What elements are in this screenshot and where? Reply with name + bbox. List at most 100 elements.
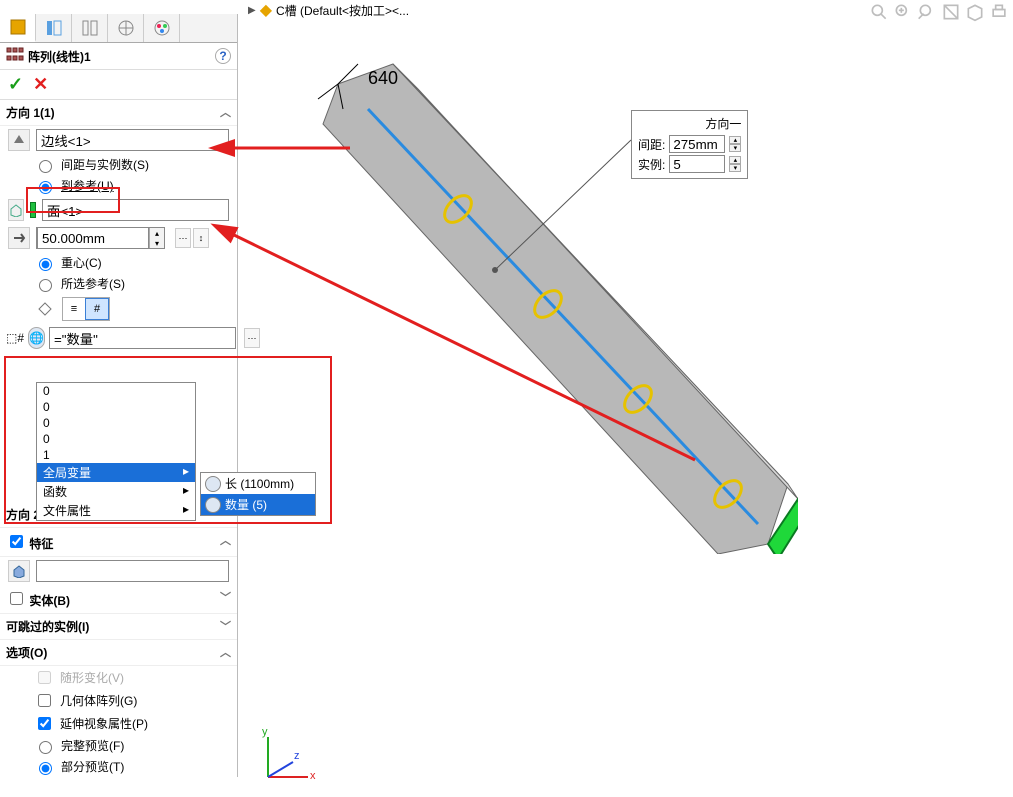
linear-pattern-icon bbox=[6, 47, 24, 65]
opt-selected-ref[interactable]: 所选参考(S) bbox=[0, 273, 237, 294]
section-skip[interactable]: 可跳过的实例(I) ﹀ bbox=[0, 614, 237, 640]
opt-centroid[interactable]: 重心(C) bbox=[0, 252, 237, 273]
spacing-mode-toggle-row: ≡ # bbox=[0, 294, 237, 324]
section-features[interactable]: 特征 ︿ bbox=[0, 528, 237, 557]
radio-uptoref[interactable] bbox=[39, 181, 52, 194]
tab-dimxpert[interactable] bbox=[108, 14, 144, 42]
opt-geom[interactable]: 几何体阵列(G) bbox=[0, 689, 237, 712]
offset-spinner[interactable]: ▴▾ bbox=[36, 227, 165, 249]
opt-propagate[interactable]: 延伸视象属性(P) bbox=[0, 712, 237, 735]
tab-feature-tree[interactable] bbox=[0, 14, 36, 42]
spin-down-icon[interactable]: ▾ bbox=[150, 238, 164, 248]
callout-inst-input[interactable] bbox=[669, 155, 725, 173]
features-select-row bbox=[0, 557, 237, 585]
tab-property[interactable] bbox=[36, 14, 72, 42]
radio-spacing[interactable] bbox=[39, 160, 52, 173]
feature-select-icon[interactable] bbox=[8, 560, 30, 582]
globals-flyout[interactable]: 长 (1100mm) 数量 (5) bbox=[200, 472, 316, 516]
direction-edge-row bbox=[0, 126, 237, 154]
offset-extra-buttons: ⋯ ↕ bbox=[175, 228, 209, 248]
dropdown-item-label: 0 bbox=[43, 432, 50, 446]
chevron-right-icon: ▸ bbox=[183, 483, 189, 500]
svg-text:x: x bbox=[310, 770, 316, 782]
reference-face-input[interactable] bbox=[42, 199, 229, 221]
flyout-qty[interactable]: 数量 (5) bbox=[201, 494, 315, 515]
view-triad: x y z bbox=[258, 727, 318, 787]
toggle-count-icon[interactable]: # bbox=[85, 298, 109, 320]
spin-down-icon[interactable]: ▾ bbox=[729, 144, 741, 152]
chevron-up-icon: ︿ bbox=[220, 532, 231, 552]
instance-count-icon: ⬚# bbox=[6, 331, 24, 345]
help-icon[interactable]: ? bbox=[215, 48, 231, 64]
pattern-callout[interactable]: 方向一 间距: ▴▾ 实例: ▴▾ bbox=[631, 110, 748, 179]
globe-icon[interactable]: 🌐 bbox=[28, 327, 45, 349]
solids-check[interactable] bbox=[10, 592, 23, 605]
features-check[interactable] bbox=[10, 535, 23, 548]
opt-partial-preview[interactable]: 部分预览(T) bbox=[0, 756, 237, 777]
feature-tree-icon bbox=[9, 18, 27, 36]
svg-text:y: y bbox=[262, 727, 268, 738]
spin-up-icon[interactable]: ▴ bbox=[729, 136, 741, 144]
dropdown-item[interactable]: 0 bbox=[37, 399, 195, 415]
cancel-button[interactable]: ✕ bbox=[33, 74, 48, 95]
instance-count-input[interactable] bbox=[49, 327, 236, 349]
opt-spacing-instances[interactable]: 间距与实例数(S) bbox=[0, 154, 237, 175]
reference-face-row bbox=[0, 196, 237, 224]
opt-spacing-label: 间距与实例数(S) bbox=[61, 156, 149, 173]
equation-dropdown[interactable]: 0 0 0 0 1 全局变量▸ 函数▸ 文件属性▸ bbox=[36, 382, 196, 521]
dropdown-globals[interactable]: 全局变量▸ bbox=[37, 463, 195, 482]
reverse-direction-icon[interactable] bbox=[8, 129, 30, 151]
globe-icon bbox=[205, 497, 221, 513]
reverse-offset-icon[interactable] bbox=[8, 227, 30, 249]
flyout-length[interactable]: 长 (1100mm) bbox=[201, 473, 315, 494]
section-solids[interactable]: 实体(B) ﹀ bbox=[0, 585, 237, 614]
endcond-icon[interactable] bbox=[34, 298, 56, 320]
check-propagate[interactable] bbox=[38, 717, 51, 730]
opt-morph-label: 随形变化(V) bbox=[60, 669, 124, 686]
toggle-equal-icon[interactable]: ≡ bbox=[63, 298, 85, 320]
dropdown-item[interactable]: 1 bbox=[37, 447, 195, 463]
callout-spacing-label: 间距: bbox=[638, 136, 665, 153]
callout-inst-label: 实例: bbox=[638, 156, 665, 173]
opt-full-label: 完整预览(F) bbox=[61, 737, 124, 754]
opt-geom-label: 几何体阵列(G) bbox=[60, 692, 137, 709]
face-swatch bbox=[30, 202, 36, 218]
radio-partial[interactable] bbox=[39, 762, 52, 775]
radio-full[interactable] bbox=[39, 741, 52, 754]
dropdown-item[interactable]: 0 bbox=[37, 431, 195, 447]
spin-up-icon[interactable]: ▴ bbox=[150, 228, 164, 238]
spin-up-icon[interactable]: ▴ bbox=[729, 156, 741, 164]
chevron-up-icon: ︿ bbox=[220, 104, 231, 121]
spin-down-icon[interactable]: ▾ bbox=[729, 164, 741, 172]
radio-centroid[interactable] bbox=[39, 258, 52, 271]
opt-morph[interactable]: 随形变化(V) bbox=[0, 666, 237, 689]
section-direction1[interactable]: 方向 1(1) ︿ bbox=[0, 100, 237, 126]
check-geom[interactable] bbox=[38, 694, 51, 707]
opt-up-to-ref[interactable]: 到参考(U) bbox=[0, 175, 237, 196]
offset-input[interactable] bbox=[37, 227, 149, 249]
callout-spacing-input[interactable] bbox=[669, 135, 725, 153]
dropdown-functions[interactable]: 函数▸ bbox=[37, 482, 195, 501]
ok-button[interactable]: ✓ bbox=[8, 74, 23, 95]
dropdown-fileprops[interactable]: 文件属性▸ bbox=[37, 501, 195, 520]
spacing-mode-toggle[interactable]: ≡ # bbox=[62, 297, 110, 321]
ok-cancel-bar: ✓ ✕ bbox=[0, 70, 237, 100]
dropdown-item-label: 1 bbox=[43, 448, 50, 462]
offset-btn1[interactable]: ⋯ bbox=[175, 228, 191, 248]
radio-selref[interactable] bbox=[39, 279, 52, 292]
tab-appearance[interactable] bbox=[144, 14, 180, 42]
opt-selref-label: 所选参考(S) bbox=[61, 275, 125, 292]
pm-header: 阵列(线性)1 ? bbox=[0, 43, 237, 70]
callout-spacing-row: 间距: ▴▾ bbox=[638, 134, 741, 154]
opt-full-preview[interactable]: 完整预览(F) bbox=[0, 735, 237, 756]
dropdown-item[interactable]: 0 bbox=[37, 415, 195, 431]
offset-btn2[interactable]: ↕ bbox=[193, 228, 209, 248]
section-direction1-label: 方向 1(1) bbox=[6, 104, 55, 121]
flyout-length-label: 长 (1100mm) bbox=[225, 475, 294, 492]
features-select-input[interactable] bbox=[36, 560, 229, 582]
direction-edge-input[interactable] bbox=[36, 129, 229, 151]
dropdown-item[interactable]: 0 bbox=[37, 383, 195, 399]
face-ref-icon[interactable] bbox=[8, 199, 24, 221]
tab-config[interactable] bbox=[72, 14, 108, 42]
section-options[interactable]: 选项(O) ︿ bbox=[0, 640, 237, 666]
